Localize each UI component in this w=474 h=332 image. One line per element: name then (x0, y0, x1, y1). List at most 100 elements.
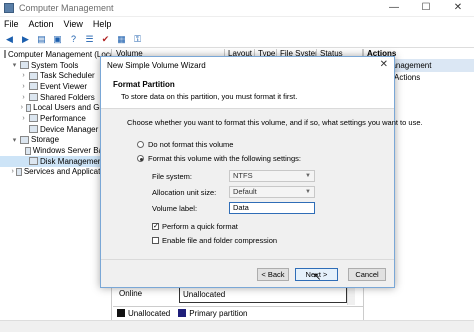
help-icon[interactable]: ? (67, 33, 80, 46)
tree-item-label: Performance (40, 113, 86, 123)
intro-text: Choose whether you want to format this v… (127, 118, 423, 127)
expand-chevron-icon[interactable]: › (20, 104, 24, 111)
menu-file[interactable]: File (4, 19, 19, 29)
legend-label-unallocated: Unallocated (128, 308, 171, 318)
radio-no-format[interactable]: Do not format this volume (137, 140, 233, 149)
expand-chevron-icon[interactable]: › (11, 168, 14, 175)
expand-chevron-icon[interactable]: › (20, 72, 27, 79)
volume-label-label: Volume label: (152, 204, 198, 213)
tree-node-icon (25, 103, 32, 112)
checkbox-checked-icon: ✓ (152, 223, 159, 230)
file-system-select[interactable]: NTFS ▼ (229, 170, 315, 182)
expand-chevron-icon[interactable]: › (20, 83, 27, 90)
radio-button-selected-icon (137, 155, 144, 162)
tree-item[interactable]: ▾ Storage (0, 135, 111, 146)
tree-item-label: Event Viewer (40, 81, 87, 91)
console-tree-icon[interactable]: ▤ (35, 33, 48, 46)
tree-node-icon (29, 125, 38, 134)
wizard-heading: Format Partition (113, 80, 175, 89)
maximize-button[interactable]: ☐ (410, 0, 442, 17)
tree-node-icon (4, 50, 6, 59)
tree-item[interactable]: › Event Viewer (0, 81, 111, 92)
checklist-icon[interactable]: ✔ (99, 33, 112, 46)
quick-format-label: Perform a quick format (162, 222, 238, 231)
allocation-unit-size-label: Allocation unit size: (152, 188, 217, 197)
tree-item[interactable]: › Local Users and Grou (0, 102, 111, 113)
expand-chevron-icon[interactable]: ▾ (11, 61, 18, 69)
wizard-footer: < Back Next > Cancel (101, 259, 394, 287)
tree-item[interactable]: › Shared Folders (0, 92, 111, 103)
tree-item-label: Computer Management (Local) (8, 49, 112, 59)
wizard-subheading: To store data on this partition, you mus… (121, 92, 298, 101)
tree-item[interactable]: Windows Server Back (0, 145, 111, 156)
back-arrow-icon[interactable]: ◀ (3, 33, 16, 46)
allocation-unit-size-select[interactable]: Default ▼ (229, 186, 315, 198)
chevron-down-icon: ▼ (305, 189, 311, 195)
tree-item-label: Storage (31, 135, 60, 145)
window-title: Computer Management (19, 3, 114, 13)
tree-item[interactable]: ▾ System Tools (0, 60, 111, 71)
tree-item-label: Shared Folders (40, 92, 95, 102)
tree-node-icon (29, 71, 38, 80)
list-icon[interactable]: ☰ (83, 33, 96, 46)
title-bar: Computer Management — ☐ ✕ (0, 0, 474, 17)
tree-node-icon (29, 93, 38, 102)
tree-item-label: Task Scheduler (40, 71, 95, 81)
tree-item[interactable]: Disk Management (0, 155, 111, 167)
radio-button-icon (137, 141, 144, 148)
disk-status: Online (119, 289, 143, 298)
dialog-title: New Simple Volume Wizard (107, 61, 206, 70)
close-button[interactable]: ✕ (442, 0, 474, 17)
menu-action[interactable]: Action (29, 19, 54, 29)
new-volume-wizard-dialog: New Simple Volume Wizard ✕ Format Partit… (100, 56, 423, 288)
compression-checkbox[interactable]: Enable file and folder compression (152, 236, 277, 245)
console-tree: Computer Management (Local) ▾ System Tools… (0, 49, 112, 332)
tree-node-icon (20, 135, 29, 144)
menu-bar: File Action View Help (0, 17, 474, 31)
legend: Unallocated Primary partition (113, 306, 363, 319)
forward-arrow-icon[interactable]: ▶ (19, 33, 32, 46)
tree-item[interactable]: › Task Scheduler (0, 70, 111, 81)
radio-no-format-label: Do not format this volume (148, 140, 234, 149)
tree-node-icon (29, 114, 38, 123)
legend-swatch-primary (178, 309, 187, 317)
radio-format-label: Format this volume with the following se… (148, 154, 301, 163)
tree-item[interactable]: › Performance (0, 113, 111, 124)
checkbox-unchecked-icon (152, 237, 159, 244)
menu-help[interactable]: Help (93, 19, 112, 29)
expand-chevron-icon[interactable]: ▾ (11, 136, 18, 144)
wizard-body: Choose whether you want to format this v… (101, 109, 423, 259)
tree-node-icon (29, 82, 38, 91)
mouse-pointer-icon: ↖ (313, 272, 322, 283)
volume-label-value: Data (233, 203, 249, 212)
tree-item[interactable]: › Services and Application (0, 167, 111, 178)
app-icon (4, 3, 14, 13)
tree-item-label: Device Manager (40, 124, 99, 134)
minimize-button[interactable]: — (378, 0, 410, 17)
settings-icon[interactable]: ▦ (115, 33, 128, 46)
wizard-header: Format Partition To store data on this p… (101, 74, 394, 109)
tree-item[interactable]: Device Manager (0, 124, 111, 135)
cancel-button[interactable]: Cancel (348, 268, 386, 281)
status-bar (0, 320, 474, 332)
expand-chevron-icon[interactable]: › (20, 115, 27, 122)
tree-item[interactable]: Computer Management (Local) (0, 49, 111, 60)
tree-node-icon (16, 167, 22, 176)
menu-view[interactable]: View (64, 19, 83, 29)
tree-node-icon (25, 146, 31, 155)
legend-swatch-unallocated (117, 309, 125, 317)
tree-item-label: Services and Application (23, 167, 111, 177)
back-button[interactable]: < Back (257, 268, 289, 281)
radio-format[interactable]: Format this volume with the following se… (137, 154, 301, 163)
dialog-title-bar: New Simple Volume Wizard ✕ (101, 57, 394, 74)
expand-chevron-icon[interactable]: › (20, 94, 27, 101)
dialog-close-icon[interactable]: ✕ (380, 59, 388, 70)
volume-label-input[interactable]: Data (229, 202, 315, 214)
key-icon[interactable]: ⚿ (131, 33, 144, 46)
tree-node-icon (20, 61, 29, 70)
toolbar: ◀ ▶ ▤ ▣ ? ☰ ✔ ▦ ⚿ (0, 31, 474, 48)
quick-format-checkbox[interactable]: ✓ Perform a quick format (152, 222, 238, 231)
partition-label: Unallocated (183, 290, 226, 299)
tree-item-label: System Tools (31, 60, 79, 70)
properties-icon[interactable]: ▣ (51, 33, 64, 46)
